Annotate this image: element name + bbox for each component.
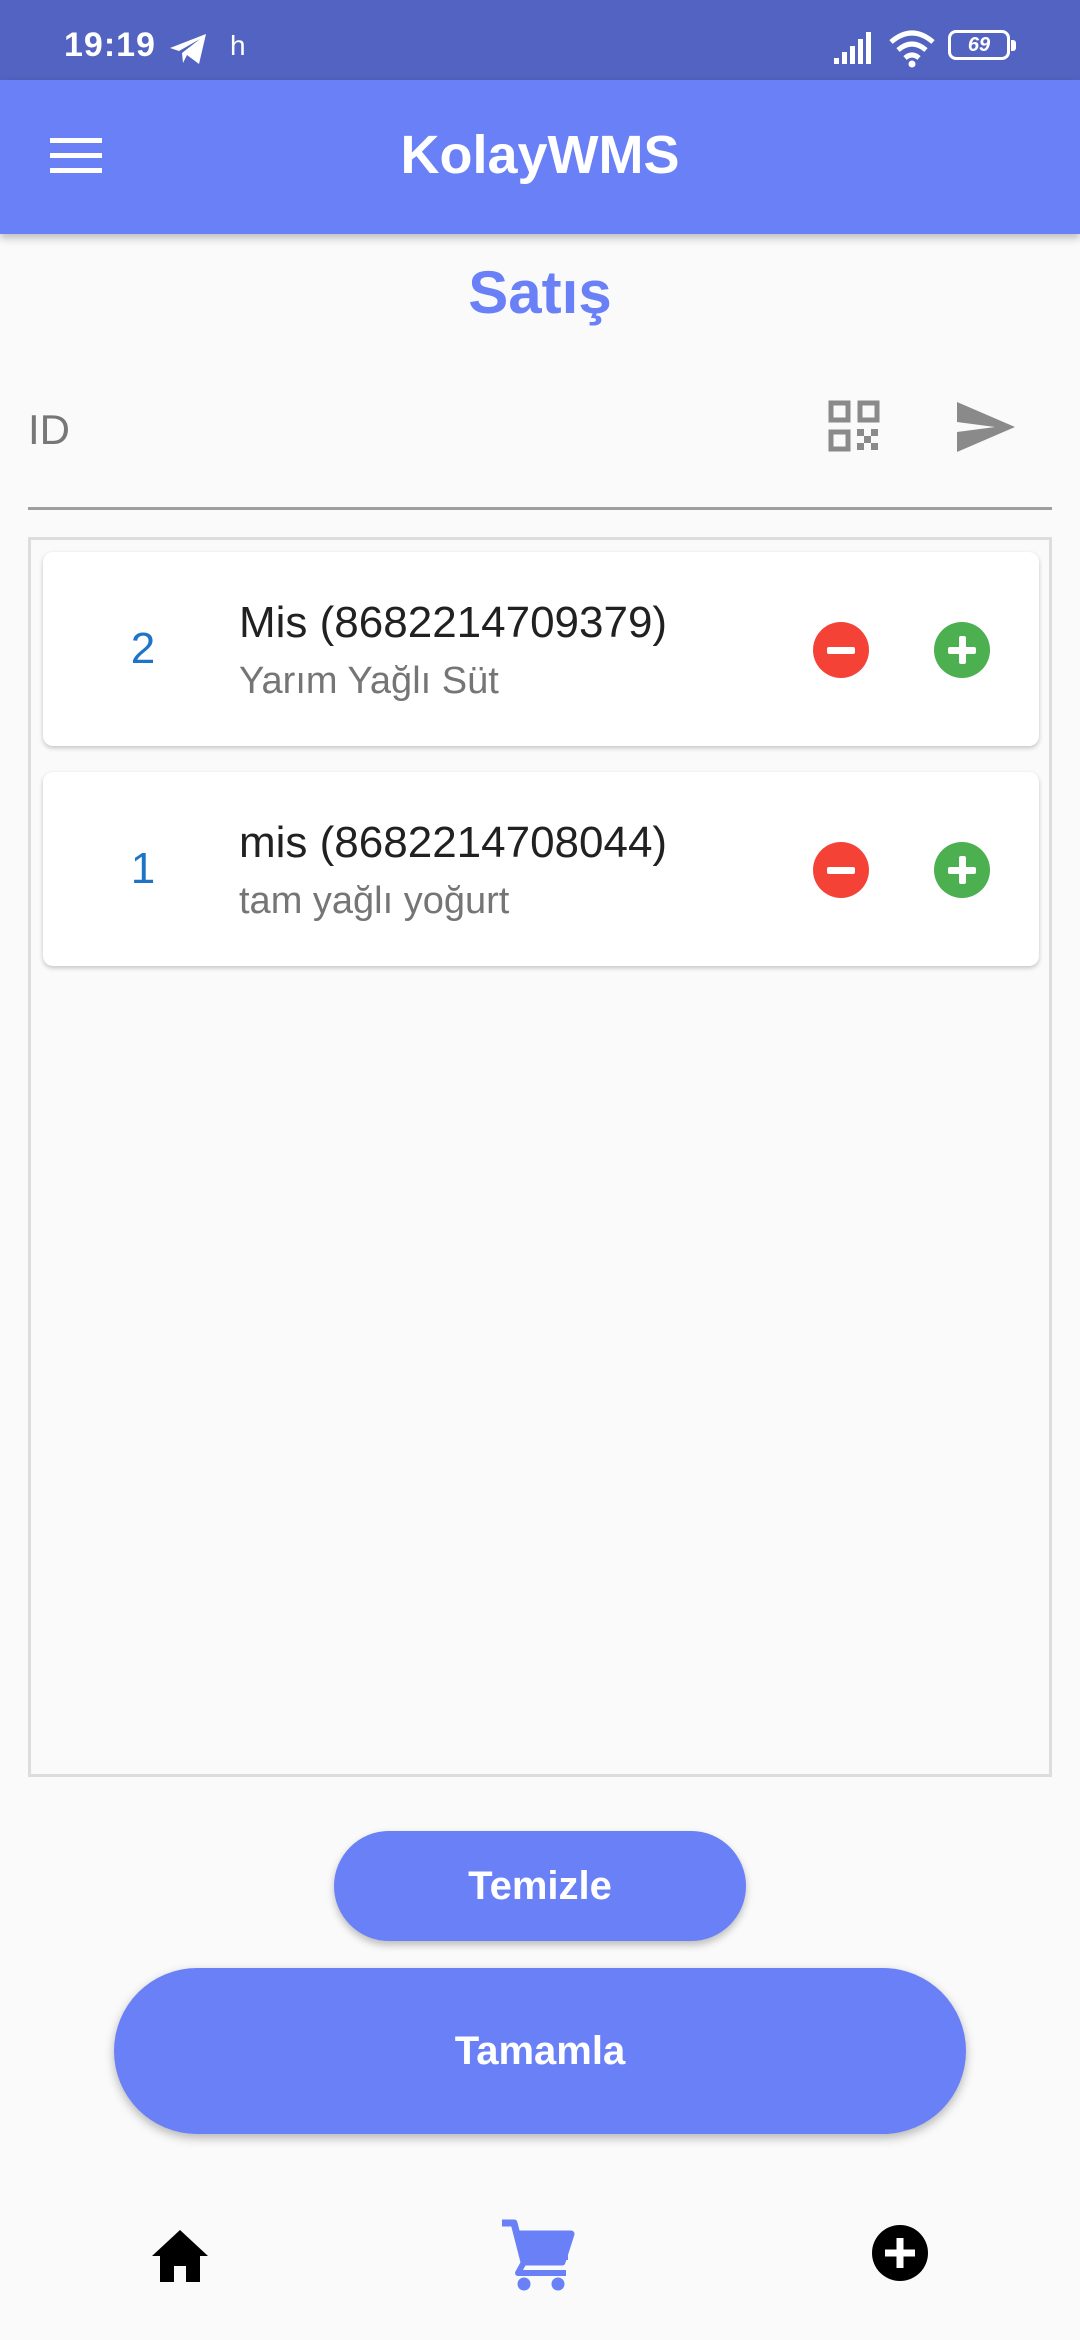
item-title: mis (8682214708044): [239, 818, 668, 867]
battery-indicator: 69: [948, 30, 1016, 60]
cart-icon[interactable]: [500, 2218, 576, 2292]
item-quantity: 2: [130, 624, 156, 673]
input-underline: [28, 507, 1052, 510]
send-icon[interactable]: [955, 400, 1017, 454]
page-title: Satış: [468, 259, 612, 326]
notification-letter: h: [230, 30, 246, 61]
increase-quantity-icon[interactable]: [934, 622, 990, 678]
item-subtitle: Yarım Yağlı Süt: [239, 660, 499, 702]
app-bar: KolayWMS: [0, 80, 1080, 234]
complete-button[interactable]: Tamamla: [114, 1968, 966, 2134]
status-bar: 19:19 h 69: [0, 0, 1080, 80]
signal-icon: [834, 32, 871, 64]
item-quantity: 1: [130, 844, 156, 893]
increase-quantity-icon[interactable]: [934, 842, 990, 898]
list-item[interactable]: 1 mis (8682214708044) tam yağlı yoğurt: [43, 772, 1039, 966]
decrease-quantity-icon[interactable]: [813, 842, 869, 898]
product-list: 2 Mis (8682214709379) Yarım Yağlı Süt 1 …: [28, 537, 1052, 1777]
list-item[interactable]: 2 Mis (8682214709379) Yarım Yağlı Süt: [43, 552, 1039, 746]
app-title: KolayWMS: [400, 125, 680, 185]
item-title: Mis (8682214709379): [239, 598, 668, 647]
qr-code-icon[interactable]: [828, 400, 880, 452]
status-time: 19:19: [64, 26, 156, 64]
home-icon[interactable]: [150, 2228, 210, 2284]
bottom-navigation: [0, 2180, 1080, 2340]
add-circle-icon[interactable]: [871, 2224, 929, 2282]
item-subtitle: tam yağlı yoğurt: [239, 880, 510, 922]
wifi-icon: [889, 30, 935, 68]
decrease-quantity-icon[interactable]: [813, 622, 869, 678]
telegram-icon: [170, 34, 206, 64]
id-input[interactable]: [28, 380, 788, 480]
clear-button[interactable]: Temizle: [334, 1831, 746, 1941]
